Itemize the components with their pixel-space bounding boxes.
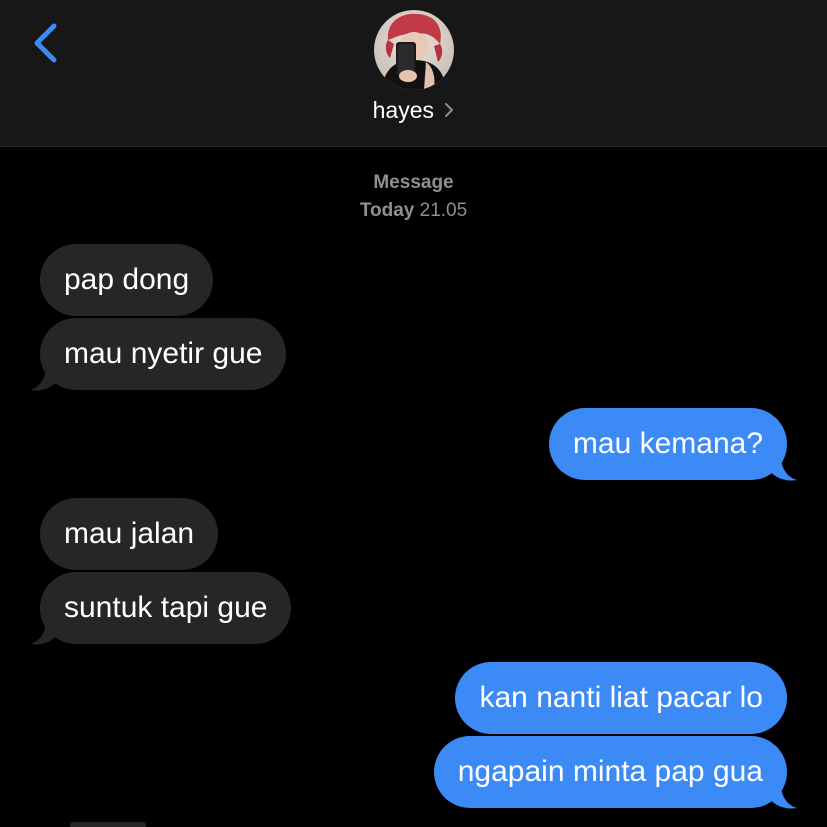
chevron-right-icon: [444, 97, 454, 124]
avatar[interactable]: [374, 10, 454, 90]
message-bubble-received[interactable]: suntuk tapi gue: [40, 572, 292, 644]
partial-message-bubble: [70, 822, 146, 827]
service-name: Message: [373, 172, 454, 193]
message-bubble-received[interactable]: pap dong: [40, 244, 214, 316]
message-text: mau kemana?: [572, 427, 763, 460]
conversation-header: hayes: [0, 0, 827, 147]
message-text: mau nyetir gue: [64, 337, 263, 370]
chevron-left-icon: [34, 23, 57, 63]
message-text: suntuk tapi gue: [64, 591, 268, 624]
bubble-tail-sent: [769, 456, 797, 481]
service-label: Message: [0, 172, 827, 194]
message-bubble-received[interactable]: mau jalan: [40, 498, 219, 570]
timestamp-time: 21.05: [419, 200, 468, 221]
bubble-tail-sent: [769, 784, 797, 809]
timestamp-day: Today: [359, 200, 415, 221]
message-bubble-received[interactable]: mau nyetir gue: [40, 318, 287, 390]
bubble-tail-received: [30, 620, 58, 645]
bubble-tail-received: [30, 366, 58, 391]
message-text: pap dong: [64, 263, 190, 296]
message-text: kan nanti liat pacar lo: [479, 681, 763, 714]
contact-name: hayes: [372, 97, 434, 123]
contact-name-button[interactable]: hayes: [0, 97, 827, 124]
contact-photo: [374, 10, 454, 90]
message-text: mau jalan: [64, 517, 195, 550]
back-button[interactable]: [28, 20, 68, 66]
message-bubble-sent[interactable]: mau kemana?: [548, 408, 787, 480]
message-bubble-sent[interactable]: ngapain minta pap gua: [433, 736, 787, 808]
message-bubble-sent[interactable]: kan nanti liat pacar lo: [455, 662, 787, 734]
message-text: ngapain minta pap gua: [457, 755, 763, 788]
timestamp: Today 21.05: [0, 200, 827, 222]
